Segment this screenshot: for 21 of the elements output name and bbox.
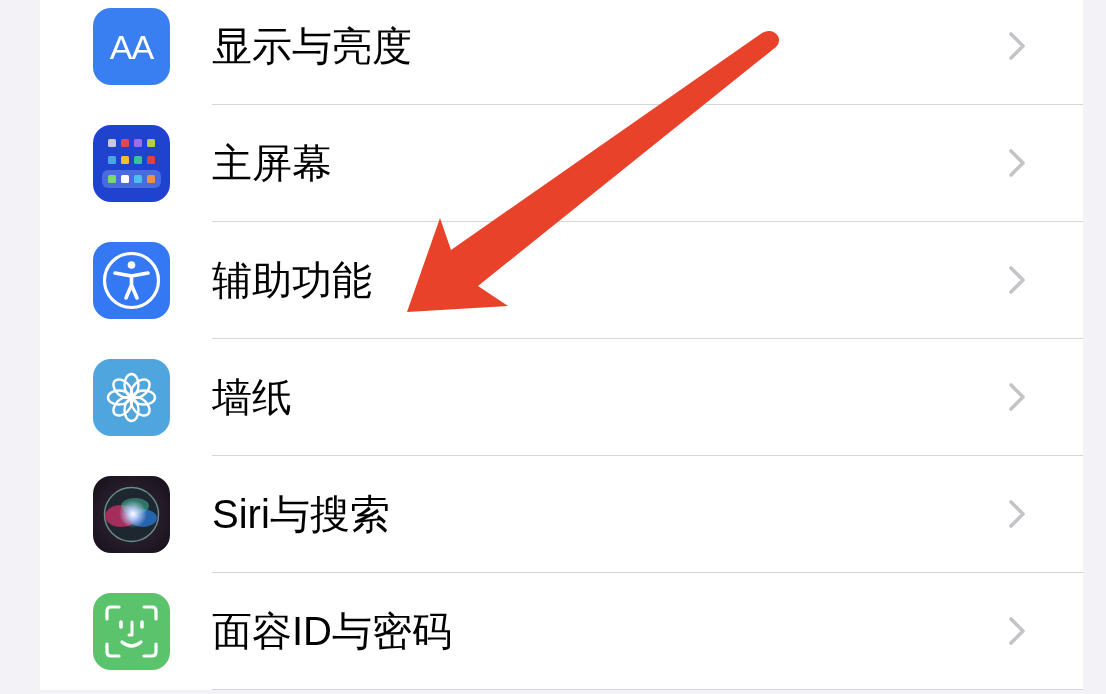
chevron-right-icon	[1008, 499, 1026, 529]
chevron-right-icon	[1008, 148, 1026, 178]
row-label: 显示与亮度	[212, 26, 412, 66]
face-scan-icon	[93, 593, 170, 670]
settings-row[interactable]: Siri与搜索	[40, 456, 1083, 573]
settings-row[interactable]: 面容ID与密码	[40, 573, 1083, 690]
settings-row[interactable]: 墙纸	[40, 339, 1083, 456]
row-label: 主屏幕	[212, 143, 332, 183]
app-grid-icon	[93, 125, 170, 202]
row-label: 墙纸	[212, 377, 292, 417]
glowing-orb-icon	[93, 476, 170, 553]
row-label: 辅助功能	[212, 260, 372, 300]
text-size-icon: AA	[93, 8, 170, 85]
accessibility-icon	[93, 242, 170, 319]
chevron-right-icon	[1008, 31, 1026, 61]
row-label: 面容ID与密码	[212, 611, 452, 651]
chevron-right-icon	[1008, 616, 1026, 646]
chevron-right-icon	[1008, 265, 1026, 295]
flower-icon	[93, 359, 170, 436]
chevron-right-icon	[1008, 382, 1026, 412]
row-label: Siri与搜索	[212, 494, 390, 534]
